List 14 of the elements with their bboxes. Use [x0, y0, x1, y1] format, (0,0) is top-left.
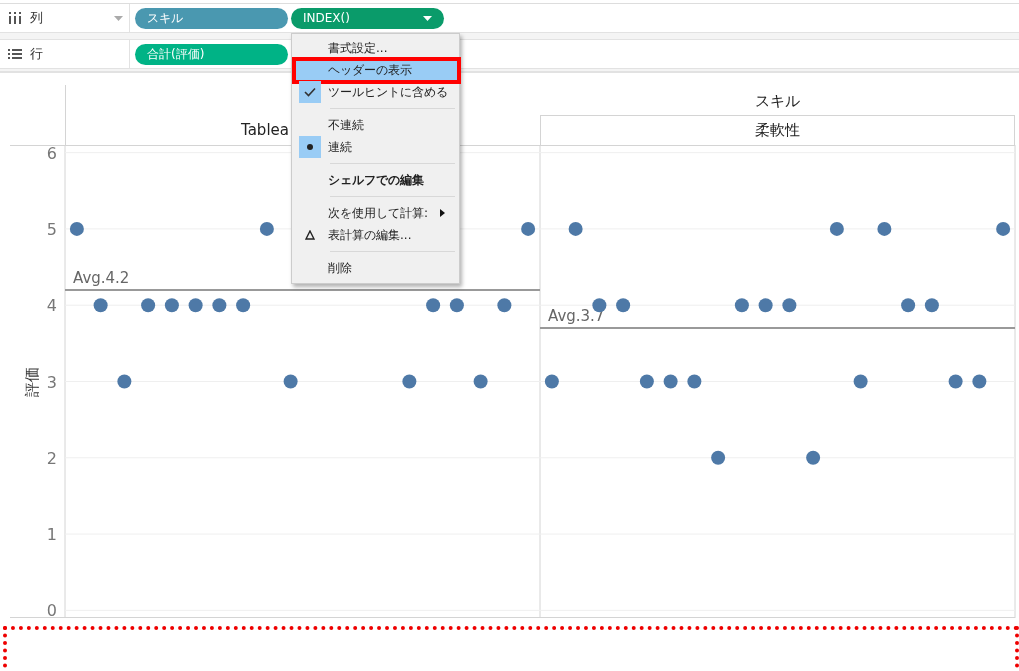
- column-header: スキル: [755, 90, 800, 112]
- shelf-title: 行: [30, 45, 43, 63]
- axis-title: 評価: [23, 366, 41, 397]
- axis-tick-label: 1: [46, 525, 57, 545]
- column-header: Tablea: [241, 121, 289, 139]
- axis-tick-label: 3: [46, 372, 57, 392]
- reference-label: Avg.4.2: [73, 268, 130, 287]
- axis-tick-label: 0: [46, 601, 57, 618]
- axis-tick-label: 6: [46, 145, 57, 163]
- column-header: 柔軟性: [755, 121, 800, 140]
- shelf-title: 列: [30, 9, 43, 27]
- axis-tick-label: 5: [46, 219, 57, 239]
- axis-tick-label: 4: [46, 296, 57, 316]
- axis-tick-label: 2: [46, 448, 57, 468]
